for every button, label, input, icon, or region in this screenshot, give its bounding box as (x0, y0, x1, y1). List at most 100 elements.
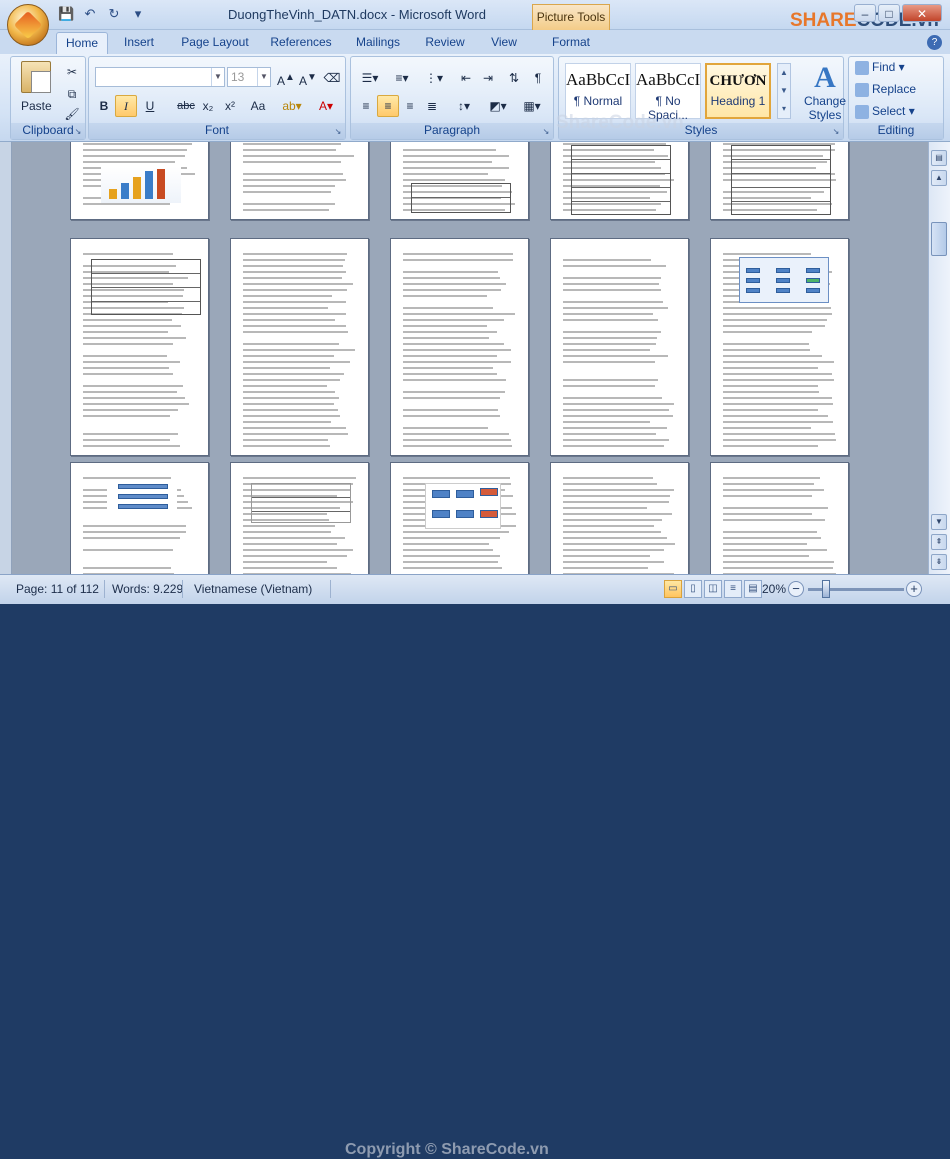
outline-view-icon[interactable]: ≡ (724, 580, 742, 598)
document-page[interactable] (390, 462, 529, 574)
tab-format[interactable]: Format (546, 32, 596, 54)
tab-home[interactable]: Home (56, 32, 108, 54)
language-indicator[interactable]: Vietnamese (Vietnam) (194, 582, 312, 596)
copy-icon[interactable]: ⧉ (61, 83, 83, 105)
format-painter-icon[interactable]: 🖌 (61, 103, 83, 125)
word-count[interactable]: Words: 9.229 (112, 582, 183, 596)
paragraph-dialog-launcher[interactable]: ↘ (541, 127, 551, 137)
line-spacing-icon[interactable]: ↕▾ (449, 95, 479, 117)
document-page[interactable] (70, 462, 209, 574)
show-formatting-marks-icon[interactable]: ¶ (527, 67, 549, 89)
justify-icon[interactable]: ≣ (421, 95, 443, 117)
close-button[interactable]: ✕ (902, 4, 942, 22)
align-left-icon[interactable]: ≡ (355, 95, 377, 117)
scroll-thumb[interactable] (931, 222, 947, 256)
paste-button[interactable]: Paste (21, 99, 52, 113)
styles-dialog-launcher[interactable]: ↘ (831, 127, 841, 137)
web-layout-view-icon[interactable]: ◫ (704, 580, 722, 598)
redo-icon[interactable]: ↻ (106, 6, 122, 22)
sort-icon[interactable]: ⇅ (503, 67, 525, 89)
maximize-button[interactable]: □ (878, 4, 900, 22)
next-page-button[interactable]: ⇟ (931, 554, 947, 570)
document-page[interactable] (390, 142, 529, 220)
superscript-button[interactable]: x² (219, 95, 241, 117)
tab-review[interactable]: Review (420, 32, 470, 54)
office-button[interactable] (7, 4, 49, 46)
document-page[interactable] (550, 238, 689, 456)
document-page[interactable] (230, 142, 369, 220)
numbering-icon[interactable]: ≡▾ (387, 67, 417, 89)
cut-icon[interactable]: ✂ (61, 61, 83, 83)
bold-button[interactable]: B (93, 95, 115, 117)
ruler-toggle-icon[interactable]: ▤ (931, 150, 947, 166)
document-page[interactable] (710, 462, 849, 574)
increase-indent-icon[interactable]: ⇥ (477, 67, 499, 89)
change-case-button[interactable]: Aa (245, 95, 271, 117)
shrink-font-icon[interactable]: A▼ (297, 67, 319, 89)
page-text-line (563, 525, 654, 527)
customize-qat-icon[interactable]: ▾ (130, 6, 146, 22)
multilevel-list-icon[interactable]: ⋮▾ (419, 67, 449, 89)
zoom-out-button[interactable]: − (788, 581, 804, 597)
highlight-color-icon[interactable]: ab▾ (277, 95, 307, 117)
shading-icon[interactable]: ◩▾ (483, 95, 513, 117)
font-color-icon[interactable]: A▾ (311, 95, 341, 117)
document-page[interactable] (390, 238, 529, 456)
italic-button[interactable]: I (115, 95, 137, 117)
minimize-button[interactable]: – (854, 4, 876, 22)
align-center-icon[interactable]: ≡ (377, 95, 399, 117)
document-page[interactable] (710, 238, 849, 456)
underline-button[interactable]: U (139, 95, 161, 117)
bullets-icon[interactable]: ☰▾ (355, 67, 385, 89)
tab-references[interactable]: References (266, 32, 336, 54)
change-styles-button[interactable]: A Change Styles (800, 62, 850, 122)
help-icon[interactable]: ? (927, 35, 942, 50)
find-button[interactable]: Find ▾ (855, 60, 905, 75)
page-count[interactable]: Page: 11 of 112 (16, 582, 99, 596)
strikethrough-button[interactable]: abc (175, 95, 197, 117)
style-normal[interactable]: AaBbCcI ¶ Normal (565, 63, 631, 119)
font-dialog-launcher[interactable]: ↘ (333, 127, 343, 137)
undo-icon[interactable]: ↶ (82, 6, 98, 22)
align-right-icon[interactable]: ≡ (399, 95, 421, 117)
document-page[interactable] (550, 142, 689, 220)
style-no-spacing[interactable]: AaBbCcI ¶ No Spaci... (635, 63, 701, 119)
zoom-in-button[interactable]: + (906, 581, 922, 597)
draft-view-icon[interactable]: ▤ (744, 580, 762, 598)
document-page[interactable] (550, 462, 689, 574)
tab-view[interactable]: View (484, 32, 524, 54)
clear-formatting-icon[interactable]: ⌫ (321, 67, 343, 89)
styles-gallery-scroll[interactable]: ▲ ▼ ▾ (777, 63, 791, 119)
page-text-line (243, 409, 338, 411)
font-size-combo[interactable]: 13 ▼ (227, 67, 271, 87)
document-page[interactable] (230, 238, 369, 456)
scroll-up-button[interactable]: ▲ (931, 170, 947, 186)
document-page[interactable] (70, 238, 209, 456)
zoom-slider-thumb[interactable] (822, 580, 830, 598)
scroll-down-button[interactable]: ▼ (931, 514, 947, 530)
tab-mailings[interactable]: Mailings (350, 32, 406, 54)
borders-icon[interactable]: ▦▾ (517, 95, 547, 117)
paste-icon[interactable] (21, 61, 51, 93)
document-area[interactable] (0, 142, 928, 574)
vertical-scrollbar[interactable]: ▤ ▲ ▼ ⇞ ⇟ (928, 142, 950, 574)
decrease-indent-icon[interactable]: ⇤ (455, 67, 477, 89)
select-button[interactable]: Select ▾ (855, 104, 915, 119)
save-icon[interactable]: 💾 (58, 6, 74, 22)
document-page[interactable] (710, 142, 849, 220)
document-page[interactable] (230, 462, 369, 574)
replace-button[interactable]: Replace (855, 82, 916, 97)
grow-font-icon[interactable]: A▲ (275, 67, 297, 89)
clipboard-dialog-launcher[interactable]: ↘ (73, 127, 83, 137)
document-page[interactable] (70, 142, 209, 220)
full-screen-reading-view-icon[interactable]: ▯ (684, 580, 702, 598)
print-layout-view-icon[interactable]: ▭ (664, 580, 682, 598)
style-heading-1[interactable]: CHƯƠN Heading 1 (705, 63, 771, 119)
zoom-level[interactable]: 20% (762, 582, 786, 596)
font-name-combo[interactable]: ▼ (95, 67, 225, 87)
tab-insert[interactable]: Insert (116, 32, 162, 54)
page-text-line (403, 567, 502, 569)
previous-page-button[interactable]: ⇞ (931, 534, 947, 550)
tab-page-layout[interactable]: Page Layout (178, 32, 252, 54)
subscript-button[interactable]: x₂ (197, 95, 219, 117)
